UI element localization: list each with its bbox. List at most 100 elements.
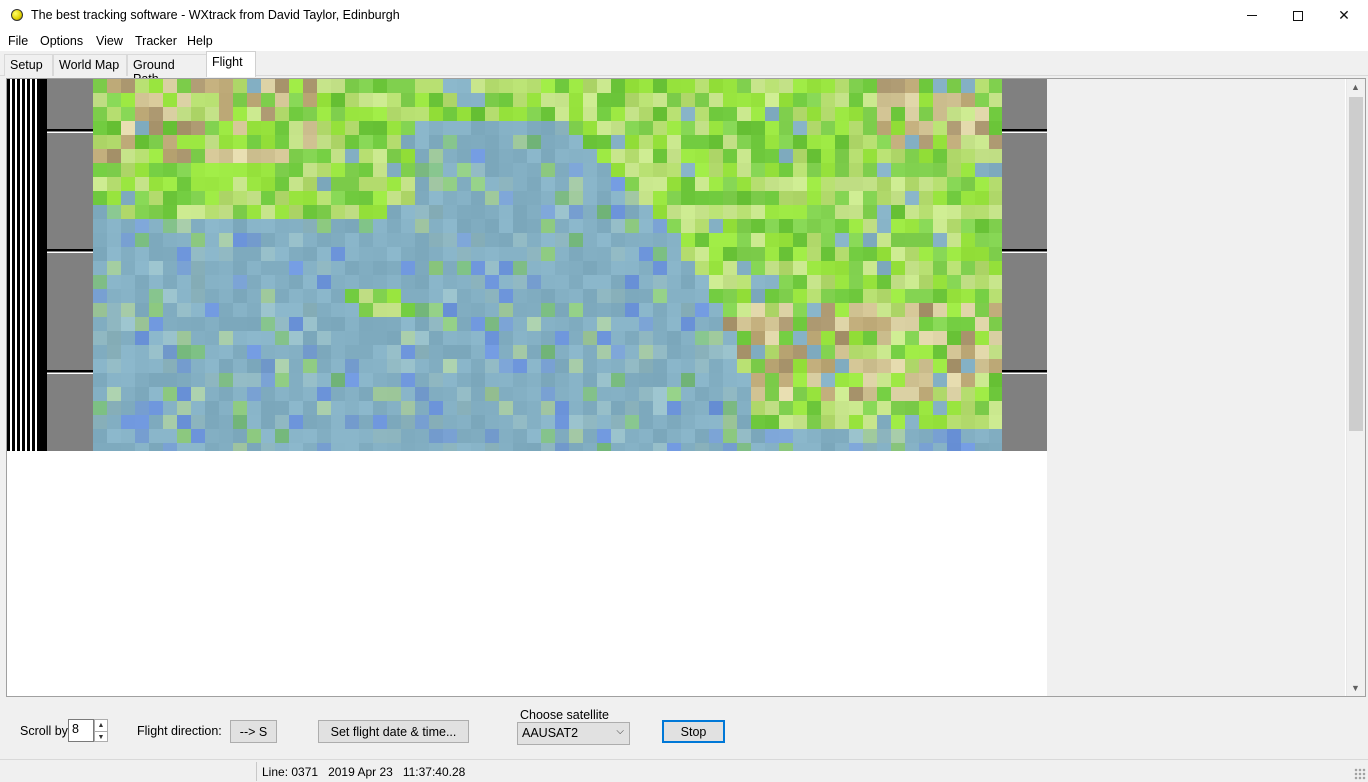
image-pixel bbox=[93, 149, 107, 163]
image-pixel bbox=[317, 79, 331, 93]
set-flight-date-button[interactable]: Set flight date & time... bbox=[318, 720, 469, 743]
menu-file[interactable]: File bbox=[8, 34, 28, 48]
image-pixel bbox=[149, 443, 163, 451]
image-pixel bbox=[527, 387, 541, 401]
image-pixel bbox=[667, 429, 681, 443]
image-pixel bbox=[933, 93, 947, 107]
scroll-down-icon[interactable]: ▼ bbox=[1351, 683, 1360, 693]
image-pixel bbox=[303, 177, 317, 191]
stop-button[interactable]: Stop bbox=[662, 720, 725, 743]
image-pixel bbox=[345, 177, 359, 191]
tab-world-map[interactable]: World Map bbox=[53, 54, 127, 76]
image-pixel bbox=[961, 387, 975, 401]
image-pixel bbox=[275, 387, 289, 401]
menu-view[interactable]: View bbox=[96, 34, 123, 48]
tab-ground-path[interactable]: Ground Path bbox=[127, 54, 207, 86]
image-pixel bbox=[597, 275, 611, 289]
image-pixel bbox=[877, 135, 891, 149]
image-pixel bbox=[303, 415, 317, 429]
image-pixel bbox=[261, 275, 275, 289]
scroll-up-icon[interactable]: ▲ bbox=[1351, 82, 1360, 92]
image-pixel bbox=[359, 135, 373, 149]
image-pixel bbox=[765, 289, 779, 303]
image-pixel bbox=[219, 233, 233, 247]
menu-tracker[interactable]: Tracker bbox=[135, 34, 177, 48]
spin-up-icon[interactable]: ▲ bbox=[95, 720, 107, 731]
image-pixel bbox=[457, 429, 471, 443]
flight-direction-button[interactable]: --> S bbox=[230, 720, 277, 743]
scroll-by-input[interactable]: 8 bbox=[68, 719, 94, 742]
image-pixel bbox=[807, 345, 821, 359]
image-pixel bbox=[387, 191, 401, 205]
resize-grip-icon[interactable] bbox=[1354, 768, 1366, 780]
image-pixel bbox=[373, 401, 387, 415]
menu-options[interactable]: Options bbox=[40, 34, 83, 48]
image-pixel bbox=[583, 359, 597, 373]
image-pixel bbox=[779, 121, 793, 135]
minimize-button[interactable] bbox=[1229, 0, 1275, 31]
image-pixel bbox=[667, 177, 681, 191]
image-pixel bbox=[135, 261, 149, 275]
image-pixel bbox=[695, 121, 709, 135]
image-pixel bbox=[219, 219, 233, 233]
image-pixel bbox=[905, 93, 919, 107]
image-pixel bbox=[93, 289, 107, 303]
image-pixel bbox=[723, 107, 737, 121]
image-pixel bbox=[569, 149, 583, 163]
image-pixel bbox=[177, 93, 191, 107]
satellite-select[interactable]: AAUSAT2 ⌵ bbox=[517, 722, 630, 745]
image-pixel bbox=[835, 261, 849, 275]
image-pixel bbox=[499, 359, 513, 373]
scrollbar-thumb[interactable] bbox=[1349, 97, 1363, 431]
image-pixel bbox=[905, 359, 919, 373]
image-pixel bbox=[947, 233, 961, 247]
image-pixel bbox=[471, 121, 485, 135]
image-pixel bbox=[303, 93, 317, 107]
image-pixel bbox=[233, 205, 247, 219]
image-pixel bbox=[373, 107, 387, 121]
image-pixel bbox=[541, 121, 555, 135]
image-pixel bbox=[849, 177, 863, 191]
close-button[interactable]: ✕ bbox=[1321, 0, 1367, 31]
image-pixel bbox=[933, 191, 947, 205]
image-pixel bbox=[331, 359, 345, 373]
image-pixel bbox=[877, 121, 891, 135]
image-pixel bbox=[93, 261, 107, 275]
image-pixel bbox=[891, 135, 905, 149]
image-pixel bbox=[191, 429, 205, 443]
image-pixel bbox=[989, 247, 1003, 261]
image-pixel bbox=[373, 331, 387, 345]
image-pixel bbox=[289, 135, 303, 149]
image-pixel bbox=[737, 345, 751, 359]
image-pixel bbox=[597, 163, 611, 177]
image-pixel bbox=[779, 345, 793, 359]
tab-setup[interactable]: Setup bbox=[4, 54, 53, 76]
image-pixel bbox=[205, 219, 219, 233]
image-pixel bbox=[821, 191, 835, 205]
image-pixel bbox=[793, 121, 807, 135]
image-pixel bbox=[345, 205, 359, 219]
image-pixel bbox=[317, 387, 331, 401]
image-pixel bbox=[247, 345, 261, 359]
image-pixel bbox=[317, 247, 331, 261]
spin-down-icon[interactable]: ▼ bbox=[95, 731, 107, 742]
image-pixel bbox=[191, 93, 205, 107]
image-pixel bbox=[359, 401, 373, 415]
image-pixel bbox=[121, 205, 135, 219]
image-pixel bbox=[821, 443, 835, 451]
image-pixel bbox=[611, 401, 625, 415]
vertical-scrollbar[interactable]: ▲ ▼ bbox=[1346, 79, 1365, 696]
tab-flight[interactable]: Flight bbox=[206, 51, 256, 77]
image-pixel bbox=[807, 429, 821, 443]
image-pixel bbox=[723, 429, 737, 443]
image-pixel bbox=[583, 79, 597, 93]
menu-help[interactable]: Help bbox=[187, 34, 213, 48]
window-title: The best tracking software - WXtrack fro… bbox=[31, 8, 400, 22]
maximize-button[interactable] bbox=[1275, 0, 1321, 31]
scroll-by-stepper[interactable]: ▲ ▼ bbox=[94, 719, 108, 742]
image-pixel bbox=[499, 163, 513, 177]
image-pixel bbox=[359, 303, 373, 317]
image-pixel bbox=[373, 443, 387, 451]
image-pixel bbox=[471, 219, 485, 233]
image-pixel bbox=[919, 93, 933, 107]
